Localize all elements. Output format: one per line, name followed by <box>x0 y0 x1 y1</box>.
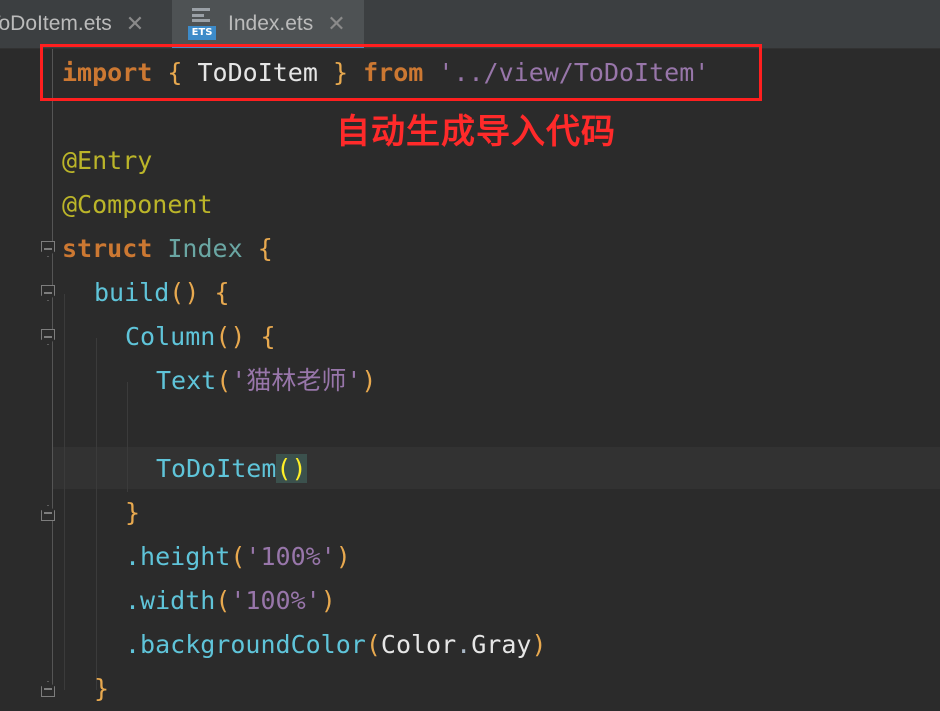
code-line-component: @Component <box>62 190 213 219</box>
code-line-close-column: } <box>125 498 141 527</box>
code-line-background: .backgroundColor(Color.Gray) <box>125 630 547 659</box>
tab-todoitem[interactable]: ToDoItem.ets ✕ <box>0 0 170 48</box>
tab-label: ToDoItem.ets <box>0 12 112 35</box>
indent-guide <box>127 382 128 492</box>
code-line-text: Text('猫林老师') <box>156 366 377 395</box>
code-line-entry: @Entry <box>62 146 153 175</box>
code-line-height: .height('100%') <box>125 542 351 571</box>
code-line-build: build() { <box>94 278 230 307</box>
ets-badge: ETS <box>188 26 216 40</box>
editor-tab-bar: ToDoItem.ets ✕ ETS Index.ets ✕ <box>0 0 940 49</box>
code-line-close-build: } <box>94 674 110 703</box>
ets-file-icon: ETS <box>188 8 216 40</box>
close-icon[interactable]: ✕ <box>126 11 144 37</box>
tab-index[interactable]: ETS Index.ets ✕ <box>172 0 364 48</box>
code-line-width: .width('100%') <box>125 586 336 615</box>
code-line-struct: struct Index { <box>62 234 273 263</box>
indent-guide <box>64 294 65 690</box>
annotation-label: 自动生成导入代码 <box>336 112 616 152</box>
tab-label: Index.ets <box>228 12 314 35</box>
import-highlight-box <box>40 44 762 101</box>
code-line-column: Column() { <box>125 322 276 351</box>
gutter-divider <box>52 49 53 690</box>
indent-guide <box>96 338 97 690</box>
code-line-todoitem: ToDoItem() <box>156 454 307 483</box>
close-icon[interactable]: ✕ <box>327 11 345 37</box>
